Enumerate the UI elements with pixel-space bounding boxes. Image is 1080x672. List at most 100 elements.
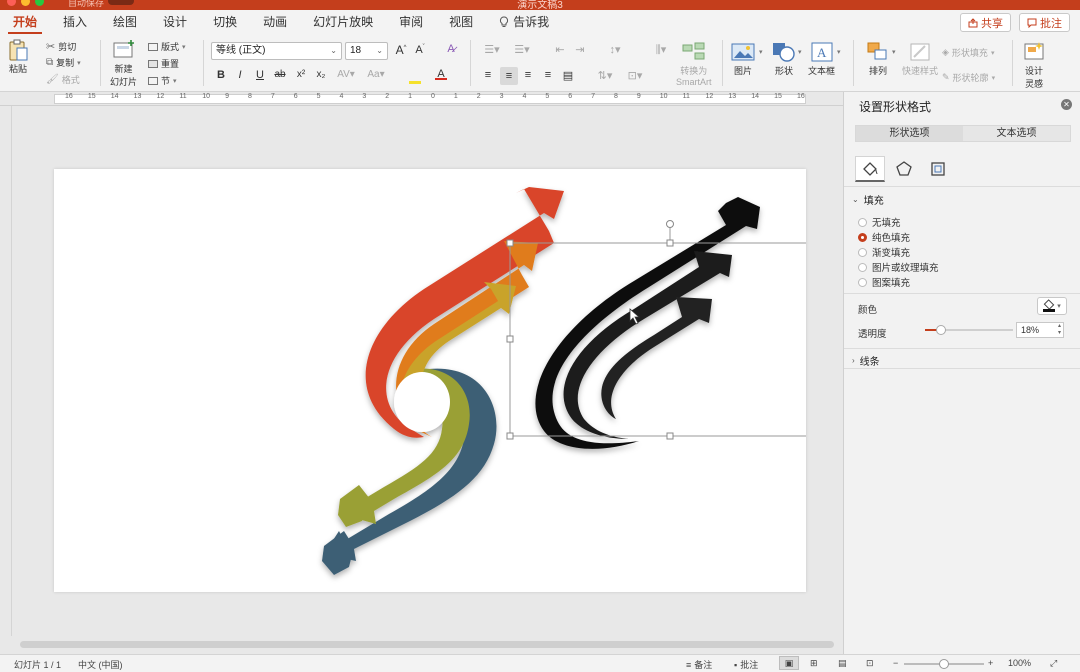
tab-insert[interactable]: 插入 — [50, 10, 100, 34]
colored-s-graphic[interactable] — [322, 187, 564, 575]
zoom-slider-thumb[interactable] — [939, 659, 949, 669]
layout-button[interactable]: 版式 ▾ — [148, 40, 186, 53]
radio-pattern-fill[interactable]: 图案填充 — [858, 275, 910, 289]
highlight-icon[interactable] — [406, 67, 424, 84]
numbering-icon[interactable]: ☰▾ — [511, 43, 533, 56]
comments-status-button[interactable]: ▪ 批注 — [734, 658, 758, 671]
grow-font-icon[interactable]: A^ — [394, 43, 408, 57]
zoom-in-button[interactable]: + — [988, 658, 993, 668]
change-case-icon[interactable]: Aa▾ — [364, 69, 388, 80]
zoom-level[interactable]: 100% — [1008, 658, 1031, 668]
align-right-icon[interactable]: ≡ — [521, 69, 535, 81]
language-indicator[interactable]: 中文 (中国) — [78, 658, 123, 671]
font-size-combo[interactable]: 18 ⌄ — [345, 42, 388, 60]
align-center-icon[interactable]: ≡ — [500, 67, 518, 85]
blue-arrow-head[interactable] — [322, 531, 354, 575]
textbox-button[interactable]: A 文本框 — [808, 40, 835, 77]
strikethrough-button[interactable]: ab — [273, 69, 287, 80]
resize-handle[interactable] — [666, 432, 674, 440]
section-button[interactable]: 节 ▾ — [148, 74, 177, 87]
tab-slideshow[interactable]: 幻灯片放映 — [300, 10, 386, 34]
normal-view-icon[interactable]: ▣ — [779, 656, 799, 670]
transparency-slider-thumb[interactable] — [935, 325, 946, 335]
tab-effects[interactable] — [889, 156, 919, 182]
shape-outline-button[interactable]: ✎ 形状轮廓 ▾ — [942, 71, 995, 84]
clear-formatting-icon[interactable]: A̷ — [444, 43, 458, 55]
chevron-down-icon[interactable]: ▾ — [837, 48, 841, 56]
tab-size-properties[interactable] — [923, 156, 953, 182]
columns-icon[interactable]: ⫼▾ — [650, 43, 672, 57]
shape-fill-button[interactable]: ◈ 形状填充 ▾ — [942, 46, 994, 59]
subscript-button[interactable]: x₂ — [314, 69, 328, 80]
zoom-out-button[interactable]: − — [893, 658, 898, 668]
radio-picture-fill[interactable]: 图片或纹理填充 — [858, 260, 939, 274]
character-spacing-icon[interactable]: AV▾ — [334, 69, 358, 80]
resize-handle[interactable] — [506, 335, 514, 343]
transparency-input[interactable]: 18% ▴ ▾ — [1016, 322, 1064, 338]
reading-view-icon[interactable]: ▤ — [838, 658, 847, 669]
underline-button[interactable]: U — [253, 69, 267, 81]
horizontal-scrollbar[interactable] — [20, 641, 834, 648]
increase-indent-icon[interactable]: ⇥ — [573, 43, 587, 56]
black-arrow-bottom[interactable] — [601, 297, 712, 419]
comments-button[interactable]: 批注 — [1019, 13, 1070, 32]
rotate-handle[interactable] — [666, 220, 674, 228]
tab-design[interactable]: 设计 — [150, 10, 200, 34]
tab-review[interactable]: 审阅 — [386, 10, 436, 34]
tab-fill-line[interactable] — [855, 156, 885, 182]
notes-button[interactable]: ≡ 备注 — [686, 658, 712, 671]
bold-button[interactable]: B — [214, 69, 228, 81]
reset-button[interactable]: 重置 — [148, 57, 179, 70]
tab-text-options[interactable]: 文本选项 — [963, 126, 1070, 141]
new-slide-button[interactable]: 新建 幻灯片 — [110, 38, 137, 88]
zoom-slider[interactable] — [904, 659, 984, 669]
copy-button[interactable]: ⧉ 复制 ▾ — [46, 56, 81, 69]
chevron-down-icon[interactable]: ▾ — [759, 48, 763, 56]
line-spacing-icon[interactable]: ↕▾ — [604, 43, 626, 56]
bullets-icon[interactable]: ☰▾ — [481, 43, 503, 56]
fit-to-window-icon[interactable]: ⤢ — [1050, 658, 1057, 669]
cut-button[interactable]: ✂ 剪切 — [46, 40, 76, 53]
shape-button[interactable]: 形状 — [772, 40, 796, 77]
tab-tell-me[interactable]: 告诉我 — [486, 10, 562, 34]
radio-no-fill[interactable]: 无填充 — [858, 215, 901, 229]
fill-section-header[interactable]: ⌄ 填充 — [852, 192, 884, 207]
slide[interactable] — [54, 169, 835, 592]
align-text-icon[interactable]: ⊡▾ — [624, 69, 646, 82]
tab-draw[interactable]: 绘图 — [100, 10, 150, 34]
arrange-button[interactable]: 排列 — [866, 40, 890, 77]
resize-handle[interactable] — [666, 239, 674, 247]
decrease-indent-icon[interactable]: ⇤ — [553, 43, 567, 56]
tab-transitions[interactable]: 切换 — [200, 10, 250, 34]
slideshow-icon[interactable]: ⊡ — [866, 658, 874, 669]
chevron-down-icon[interactable]: ▾ — [798, 48, 802, 56]
color-picker-button[interactable]: ▾ — [1037, 297, 1067, 315]
resize-handle[interactable] — [506, 432, 514, 440]
share-button[interactable]: 共享 — [960, 13, 1011, 32]
close-icon[interactable]: ✕ — [1061, 99, 1072, 110]
black-arrows-graphic[interactable] — [535, 197, 760, 449]
line-section-header[interactable]: › 线条 — [852, 353, 880, 368]
align-left-icon[interactable]: ≡ — [481, 69, 495, 81]
distributed-icon[interactable]: ▤ — [561, 69, 575, 82]
italic-button[interactable]: I — [233, 69, 247, 81]
design-ideas-button[interactable]: 设计 灵感 — [1022, 40, 1046, 90]
font-color-icon[interactable]: A — [434, 68, 448, 80]
quick-styles-button[interactable]: 快速样式 — [902, 40, 938, 77]
paste-button[interactable]: 粘贴 — [6, 38, 30, 75]
transparency-slider[interactable] — [925, 325, 1013, 335]
tab-animations[interactable]: 动画 — [250, 10, 300, 34]
font-name-combo[interactable]: 等线 (正文) ⌄ — [211, 42, 342, 60]
format-painter-button[interactable]: 🖌 格式 — [46, 73, 80, 86]
text-direction-icon[interactable]: ⇅▾ — [594, 69, 616, 82]
superscript-button[interactable]: x² — [294, 69, 308, 80]
tab-home[interactable]: 开始 — [0, 10, 50, 34]
stepper-icon[interactable]: ▴ ▾ — [1058, 323, 1061, 337]
resize-handle[interactable] — [506, 239, 514, 247]
radio-gradient-fill[interactable]: 渐变填充 — [858, 245, 910, 259]
picture-button[interactable]: 图片 — [731, 40, 755, 77]
slide-sorter-icon[interactable]: ⊞ — [810, 658, 818, 669]
convert-smartart-button[interactable]: 转换为 SmartArt — [676, 40, 712, 87]
tab-shape-options[interactable]: 形状选项 — [856, 126, 963, 141]
tab-view[interactable]: 视图 — [436, 10, 486, 34]
